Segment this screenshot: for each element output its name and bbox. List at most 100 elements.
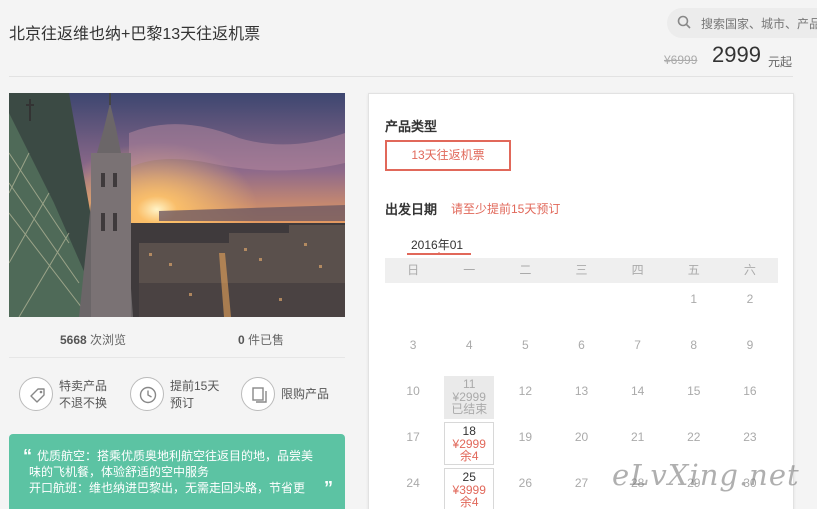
- current-price: 2999: [712, 42, 761, 67]
- feature-special-sale: 特卖产品 不退不换: [19, 377, 129, 413]
- product-photo: [9, 93, 345, 317]
- sold-count-number: 0: [238, 333, 245, 347]
- stats-divider: [9, 357, 345, 358]
- day-number: 7: [634, 338, 641, 352]
- calendar-day: 7: [610, 329, 666, 375]
- calendar-day: 17: [385, 421, 441, 467]
- header-divider: [9, 76, 793, 77]
- calendar-day: [497, 283, 553, 329]
- day-number: 14: [630, 384, 645, 398]
- calendar-week-row: 10 11 ¥2999 已结束 12 13 14 15 16: [385, 375, 778, 421]
- calendar-day: 20: [553, 421, 609, 467]
- calendar-day: 26: [497, 467, 553, 509]
- booking-panel: 产品类型 13天往返机票 出发日期 请至少提前15天预订 2016年01 日 一 二…: [368, 93, 794, 509]
- day-number: 5: [522, 338, 529, 352]
- calendar-day: 24: [385, 467, 441, 509]
- day-number: 23: [743, 430, 757, 444]
- day-number: 17: [406, 430, 420, 444]
- day-number: 4: [465, 338, 473, 352]
- product-type-option[interactable]: 13天往返机票: [385, 140, 511, 171]
- calendar-day: 4: [441, 329, 497, 375]
- day-number: 15: [687, 384, 701, 398]
- calendar-week-row: 3 4 5 6 7 8 9: [385, 329, 778, 375]
- search-placeholder: 搜索国家、城市、产品: [701, 17, 817, 31]
- day-number: 2: [746, 292, 754, 306]
- weekday-label: 六: [743, 263, 756, 277]
- day-number: 9: [746, 338, 754, 352]
- weekday-label: 三: [575, 263, 588, 277]
- day-number: 1: [690, 292, 698, 306]
- month-tab[interactable]: 2016年01: [411, 236, 463, 253]
- highlights-box: “ 优质航空：搭乘优质奥地利航空往返目的地，品尝美 味的飞机餐，体验舒适的空中服…: [9, 434, 345, 509]
- view-count-label: 次浏览: [90, 333, 127, 347]
- day-number: 22: [687, 430, 701, 444]
- departure-date-label: 出发日期: [385, 202, 438, 217]
- day-number: 21: [630, 430, 645, 444]
- calendar-day: [610, 283, 666, 329]
- day-number: 6: [578, 338, 585, 352]
- highlight-line: 优质航空：搭乘优质奥地利航空往返目的地，品尝美: [37, 449, 314, 463]
- calendar-day-available[interactable]: 25 ¥3999 余4: [441, 467, 497, 509]
- tag-icon: [19, 377, 53, 411]
- day-number: 20: [574, 430, 589, 444]
- page-title: 北京往返维也纳+巴黎13天往返机票: [9, 26, 261, 43]
- clock-icon: [130, 377, 164, 411]
- calendar-day-available[interactable]: 18 ¥2999 余4: [441, 421, 497, 467]
- feature-limited: 限购产品: [241, 377, 341, 413]
- weekday-label: 一: [463, 263, 476, 277]
- calendar-day: 9: [722, 329, 778, 375]
- product-type-label: 产品类型: [385, 119, 438, 134]
- calendar-day: [441, 283, 497, 329]
- calendar-day: 3: [385, 329, 441, 375]
- day-price-box: 11 ¥2999 已结束: [444, 376, 495, 419]
- price-suffix: 元起: [768, 55, 793, 69]
- day-status: 余4: [459, 449, 479, 463]
- view-count: 5668 次浏览: [60, 331, 126, 348]
- day-number: 8: [690, 338, 698, 352]
- calendar-day-ended: 11 ¥2999 已结束: [441, 375, 497, 421]
- copy-icon: [241, 377, 275, 411]
- calendar-day: 27: [553, 467, 609, 509]
- weekday-label: 日: [407, 263, 420, 277]
- calendar-day: 16: [722, 375, 778, 421]
- calendar-day: 19: [497, 421, 553, 467]
- day-number: 3: [409, 338, 417, 352]
- day-number: 16: [743, 384, 757, 398]
- weekday-label: 四: [631, 263, 644, 277]
- weekday-label: 五: [687, 263, 700, 277]
- sold-count-label: 件已售: [248, 333, 285, 347]
- day-number: 19: [518, 430, 533, 444]
- day-number: 10: [406, 384, 420, 398]
- quote-close-icon: ”: [324, 478, 333, 498]
- sold-count: 0 件已售: [238, 331, 284, 348]
- day-price-box[interactable]: 18 ¥2999 余4: [444, 422, 495, 465]
- day-price-box[interactable]: 25 ¥3999 余4: [444, 468, 495, 509]
- feature-advance-booking: 提前15天 预订: [130, 377, 230, 413]
- watermark: eLvXing.net: [612, 458, 800, 492]
- calendar-day: 10: [385, 375, 441, 421]
- calendar-day: [553, 283, 609, 329]
- feature-label: 特卖产品: [59, 379, 108, 393]
- day-number: 27: [574, 476, 589, 490]
- day-status: 已结束: [451, 402, 488, 416]
- feature-sublabel: 预订: [170, 396, 195, 410]
- feature-sublabel: 不退不换: [59, 396, 108, 410]
- feature-label: 提前15天: [170, 379, 220, 393]
- calendar-day: 6: [553, 329, 609, 375]
- highlight-line: 开口航班：维也纳进巴黎出，无需走回头路，节省更: [29, 481, 306, 495]
- calendar-day: 1: [666, 283, 722, 329]
- calendar-day: [385, 283, 441, 329]
- caret-up-icon: [436, 252, 442, 255]
- day-number: 12: [518, 384, 533, 398]
- search-box[interactable]: 搜索国家、城市、产品: [667, 8, 817, 38]
- quote-open-icon: “: [23, 446, 32, 466]
- feature-label: 限购产品: [281, 387, 330, 401]
- day-number: 24: [406, 476, 420, 490]
- calendar-day: 13: [553, 375, 609, 421]
- weekday-label: 二: [519, 263, 532, 277]
- original-price: ¥6999: [664, 53, 698, 67]
- calendar-weekday-header: 日一二三四五六: [385, 258, 778, 283]
- day-number: 26: [518, 476, 533, 490]
- calendar-day: 15: [666, 375, 722, 421]
- view-count-number: 5668: [60, 333, 87, 347]
